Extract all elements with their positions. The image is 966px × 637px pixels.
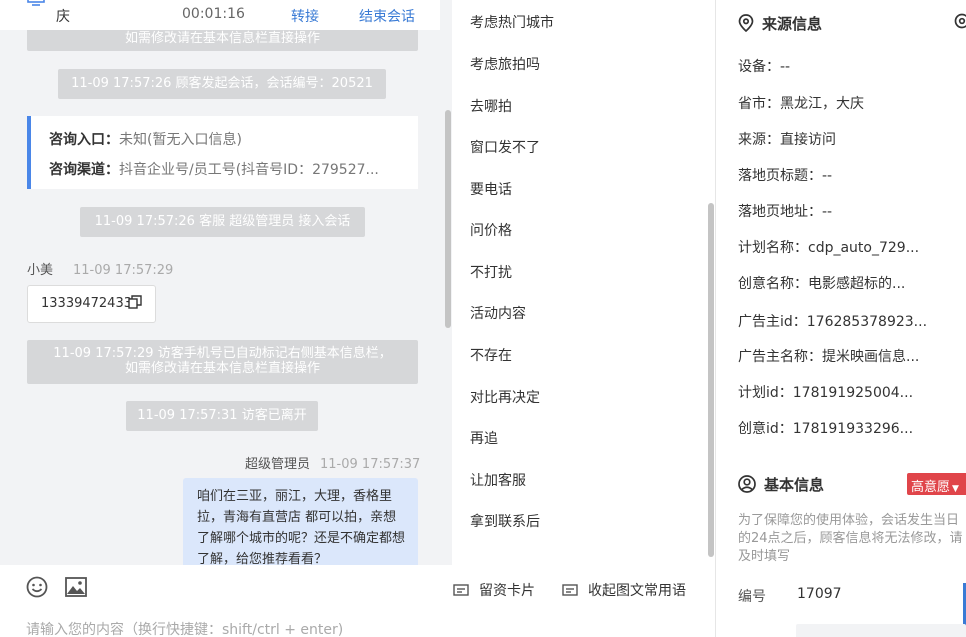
source-advertiser-name: 广告主名称：提米映画信息... xyxy=(738,349,920,365)
agent-message-text: 咱们在三亚，丽江，大理，香格里拉，青海有直营店 都可以拍，亲想了解哪个城市的呢？… xyxy=(197,489,406,567)
system-message-text: 11-09 17:57:26 顾客发起会话，会话编号：20521 xyxy=(71,76,373,91)
user-icon xyxy=(738,475,756,493)
edit-notice: 为了保障您的使用体验，会话发生当日的24点之后，顾客信息将无法修改，请及时填写 xyxy=(738,513,963,564)
monitor-icon xyxy=(27,0,45,6)
inquiry-channel-row: 咨询渠道：抖音企业号/员工号(抖音号ID：279527... xyxy=(49,159,404,179)
source-landing-title: 落地页标题：-- xyxy=(738,168,833,184)
system-message-text: 11-09 17:57:29 访客手机号已自动标记右侧基本信息栏， xyxy=(53,346,392,361)
quick-reply-item[interactable]: 去哪拍 xyxy=(470,96,512,116)
system-message-text: 如需修改请在基本信息栏直接操作 xyxy=(124,31,320,46)
quick-reply-item[interactable]: 窗口发不了 xyxy=(470,137,540,157)
source-device: 设备：-- xyxy=(738,59,791,75)
source-info-title-text: 来源信息 xyxy=(762,15,823,33)
basic-info-title: 基本信息 xyxy=(738,474,824,495)
source-origin: 来源：直接访问 xyxy=(738,132,836,148)
collapse-phrases-label: 收起图文常用语 xyxy=(588,583,686,599)
inquiry-entry-row: 咨询入口：未知(暂无入口信息) xyxy=(49,129,404,149)
quick-reply-item[interactable]: 活动内容 xyxy=(470,303,526,323)
number-label: 编号 xyxy=(738,589,766,605)
next-field-input[interactable] xyxy=(796,624,966,637)
quick-reply-item[interactable]: 问价格 xyxy=(470,220,512,240)
quick-reply-item[interactable]: 不存在 xyxy=(470,345,512,365)
inquiry-channel-label: 咨询渠道： xyxy=(49,162,119,178)
quick-reply-item[interactable]: 再追 xyxy=(470,428,498,448)
inquiry-entry-label: 咨询入口： xyxy=(49,132,119,148)
quick-reply-item[interactable]: 考虑旅拍吗 xyxy=(470,54,540,74)
system-message-text: 如需修改请在基本信息栏直接操作 xyxy=(124,361,320,376)
message-input[interactable]: 请输入您的内容（换行快捷键：shift/ctrl + enter) xyxy=(26,619,343,637)
lead-card-button[interactable]: 留资卡片 xyxy=(453,580,535,600)
inquiry-info-card: 咨询入口：未知(暂无入口信息) 咨询渠道：抖音企业号/员工号(抖音号ID：279… xyxy=(27,116,418,189)
source-creative-id: 创意id：178191933296... xyxy=(738,421,914,437)
quick-reply-item[interactable]: 考虑热门城市 xyxy=(470,12,554,32)
basic-info-title-text: 基本信息 xyxy=(764,476,825,494)
agent-message-time: 11-09 17:57:37 xyxy=(320,457,421,472)
source-province: 省市：黑龙江，大庆 xyxy=(738,96,864,112)
visitor-sender-line: 小美 11-09 17:57:29 xyxy=(27,259,173,278)
inquiry-entry-value: 未知(暂无入口信息) xyxy=(119,132,242,148)
agent-name: 超级管理员 xyxy=(245,457,311,472)
visitor-city: 庆 xyxy=(56,9,70,25)
collapse-phrases-button[interactable]: 收起图文常用语 xyxy=(562,580,686,600)
chat-header: 庆 00:01:16 转接 结束会话 xyxy=(0,0,440,30)
intent-level-dropdown[interactable]: 高意愿 ▼ xyxy=(907,473,966,495)
source-landing-url: 落地页地址：-- xyxy=(738,204,833,220)
inquiry-channel-value: 抖音企业号/员工号(抖音号ID：279527... xyxy=(119,162,379,178)
agent-message-bubble: 咱们在三亚，丽江，大理，香格里拉，青海有直营店 都可以拍，亲想了解哪个城市的呢？… xyxy=(183,478,418,568)
quick-reply-toolbar: 留资卡片 收起图文常用语 xyxy=(452,565,715,637)
phone-message-bubble: 13339472433 xyxy=(27,285,156,323)
source-plan-name: 计划名称：cdp_auto_729... xyxy=(738,240,920,256)
quick-reply-item[interactable]: 拿到联系后 xyxy=(470,511,540,531)
visitor-message-time: 11-09 17:57:29 xyxy=(73,263,174,278)
message-input-area[interactable]: 请输入您的内容（换行快捷键：shift/ctrl + enter) xyxy=(0,565,452,637)
session-duration: 00:01:16 xyxy=(182,6,245,22)
end-session-button[interactable]: 结束会话 xyxy=(359,6,415,26)
system-message-text: 11-09 17:57:26 客服 超级管理员 接入会话 xyxy=(94,214,351,229)
intent-level-value: 高意愿 xyxy=(911,480,951,495)
quick-reply-item[interactable]: 让加客服 xyxy=(470,470,526,490)
system-message-start: 11-09 17:57:26 顾客发起会话，会话编号：20521 xyxy=(58,69,386,99)
agent-sender-line: 超级管理员 11-09 17:57:37 xyxy=(245,453,420,472)
card-icon xyxy=(453,584,469,596)
phrases-icon xyxy=(562,584,578,596)
caret-down-icon: ▼ xyxy=(952,484,959,494)
visitor-phone: 13339472433 xyxy=(41,296,132,311)
quick-reply-item[interactable]: 要电话 xyxy=(470,179,512,199)
settings-icon[interactable] xyxy=(954,13,966,29)
transfer-button[interactable]: 转接 xyxy=(291,6,319,26)
visitor-name: 小美 xyxy=(27,263,54,278)
source-info-title: 来源信息 xyxy=(738,13,822,34)
system-message-accept: 11-09 17:57:26 客服 超级管理员 接入会话 xyxy=(80,207,365,237)
quick-reply-pane: 考虑热门城市 考虑旅拍吗去哪拍窗口发不了要电话问价格不打扰活动内容不存在对比再决定… xyxy=(452,0,715,637)
system-message-text: 11-09 17:57:31 访客已离开 xyxy=(137,408,307,423)
system-message-left: 11-09 17:57:31 访客已离开 xyxy=(126,401,318,431)
image-icon[interactable] xyxy=(65,577,87,597)
customer-info-pane: 来源信息 设备：-- 省市：黑龙江，大庆 来源：直接访问 落地页标题：-- 落地… xyxy=(716,0,966,637)
chat-pane: 如需修改请在基本信息栏直接操作 庆 00:01:16 转接 结束会话 11-09… xyxy=(0,0,452,637)
system-message-mark: 11-09 17:57:29 访客手机号已自动标记右侧基本信息栏， 如需修改请在… xyxy=(27,340,418,384)
emoji-icon[interactable] xyxy=(26,576,48,598)
chat-scrollbar[interactable] xyxy=(445,110,451,328)
quick-reply-item[interactable]: 不打扰 xyxy=(470,262,512,282)
location-pin-icon xyxy=(738,14,754,33)
source-advertiser-id: 广告主id：176285378923... xyxy=(738,314,928,330)
quick-reply-scrollbar[interactable] xyxy=(708,203,714,557)
source-creative-name: 创意名称：电影感超标的... xyxy=(738,276,906,292)
copy-icon[interactable] xyxy=(128,295,142,309)
number-value: 17097 xyxy=(797,586,842,602)
source-plan-id: 计划id：178191925004... xyxy=(738,385,914,401)
lead-card-label: 留资卡片 xyxy=(479,583,535,599)
quick-reply-item[interactable]: 对比再决定 xyxy=(470,387,540,407)
